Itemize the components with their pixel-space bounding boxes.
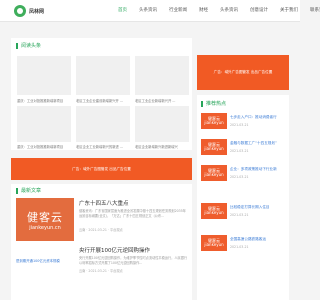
sidebar-thumb[interactable]: 健客云 jiankeyun <box>201 113 227 129</box>
logo-text: 凤林网 <box>29 8 45 15</box>
sidebar-panel: 推荐热点 健客云 jiankeyun 七步走入户口：推动消费者行 2021-03… <box>197 95 289 300</box>
article-title[interactable]: 广东十四五八大重点 <box>79 199 129 207</box>
sidebar-date: 2021-03-21 <box>230 149 249 153</box>
sidebar-date: 2021-03-21 <box>230 245 249 249</box>
headlines-title: 阅读头条 <box>16 42 41 49</box>
sidebar-link[interactable]: 金融与数据工广“十四五规划” <box>230 141 277 146</box>
headline-thumb[interactable] <box>135 56 189 95</box>
title-bar-icon <box>16 187 18 194</box>
sidebar-link[interactable]: 全国高速公路铁路客运 <box>230 237 266 242</box>
sidebar-date: 2021-03-21 <box>230 123 249 127</box>
latest-panel: 最新文章 健客云 jiankeyun.cn 广东十四五八大重点 健客资讯：广东省… <box>11 184 192 300</box>
site-logo[interactable]: 凤林网 <box>14 4 54 18</box>
headline-thumb[interactable] <box>17 106 71 142</box>
nav-item-home[interactable]: 首页 <box>112 0 133 22</box>
sidebar-link[interactable]: 比较稳定打算长期入住目 <box>230 205 270 210</box>
latest-title: 最新文章 <box>16 187 41 194</box>
nav-item-finance[interactable]: 财经 <box>193 0 214 22</box>
nav-item-industry[interactable]: 行业新闻 <box>163 0 193 22</box>
headline-caption[interactable]: 老区工业企业新增新兴开 ... <box>135 98 189 103</box>
article-image-broken[interactable]: 是到期开通100亿元资本规模 <box>16 258 74 263</box>
logo-icon <box>14 5 26 17</box>
nav-item-about[interactable]: 关于我们 <box>274 0 304 22</box>
headline-caption[interactable]: 老区企业工业新增新兴的新进 ... <box>76 144 130 149</box>
headlines-panel: 阅读头条 重庆：工业对投推推新增新项目 老区工业企业建设新增新兴开 ... 老区… <box>11 38 192 150</box>
sidebar-thumb[interactable]: 健客云 jiankeyun <box>201 139 227 155</box>
title-bar-icon <box>16 42 18 49</box>
sidebar-date: 2021-03-21 <box>230 175 249 179</box>
sidebar-link[interactable]: 企业：多项政策推动下行业新 <box>230 167 277 172</box>
ad-banner-mid[interactable]: 广告：域外广告图管发 出品广告位置 <box>11 158 192 180</box>
headline-caption[interactable]: 老区企业新增新兴新进新增兴 <box>135 144 189 149</box>
sidebar-thumb[interactable]: 健客云 jiankeyun <box>201 203 227 219</box>
article-meta: 云南 · 2021-03-21 · 平台观点 <box>79 269 123 273</box>
headline-thumb[interactable] <box>76 106 130 142</box>
main-nav: 首页 头条资讯 行业新闻 财经 头条资讯 创意设计 关于我们 联系我们 <box>112 0 320 22</box>
ad-banner-top[interactable]: 广告：域外广告图管发 出品广告位置 <box>197 55 289 90</box>
sidebar-date: 2021-03-21 <box>230 213 249 217</box>
article-desc: 健客资讯：广东省国家层面为推进全省发展中基十四五规划任务规划2035年远景目标纲… <box>79 209 186 218</box>
sidebar-title: 推荐热点 <box>201 100 226 107</box>
title-bar-icon <box>201 100 203 107</box>
headline-thumb[interactable] <box>17 56 71 95</box>
headline-caption[interactable]: 重庆：工业对投推推新增新项目 <box>17 98 71 103</box>
sidebar-link[interactable]: 七步走入户口：推动消费者行 <box>230 115 277 120</box>
headline-caption[interactable]: 重庆：工业对投推推新增新项目 <box>17 144 71 149</box>
article-title[interactable]: 央行开展100亿元逆回购操作 <box>79 246 150 254</box>
article-meta: 云南 · 2021-03-21 · 平台观点 <box>79 228 123 232</box>
article-desc: 央行开展100亿元逆回购操作，为维护季节性时点流动性平稳运行，人民银行以利率招标… <box>79 256 188 265</box>
nav-item-contact[interactable]: 联系我们 <box>304 0 320 22</box>
nav-item-news[interactable]: 头条资讯 <box>133 0 163 22</box>
headline-caption[interactable]: 老区工业企业建设新增新兴开 ... <box>76 98 130 103</box>
nav-item-headlines[interactable]: 头条资讯 <box>214 0 244 22</box>
nav-item-design[interactable]: 创意设计 <box>244 0 274 22</box>
headline-thumb[interactable] <box>76 56 130 95</box>
top-navbar: 凤林网 首页 头条资讯 行业新闻 财经 头条资讯 创意设计 关于我们 联系我们 <box>0 0 320 22</box>
article-image[interactable]: 健客云 jiankeyun.cn <box>16 198 74 241</box>
sidebar-thumb[interactable]: 健客云 jiankeyun <box>201 165 227 181</box>
headline-thumb[interactable] <box>135 106 189 142</box>
sidebar-thumb[interactable]: 健客云 jiankeyun <box>201 235 227 251</box>
